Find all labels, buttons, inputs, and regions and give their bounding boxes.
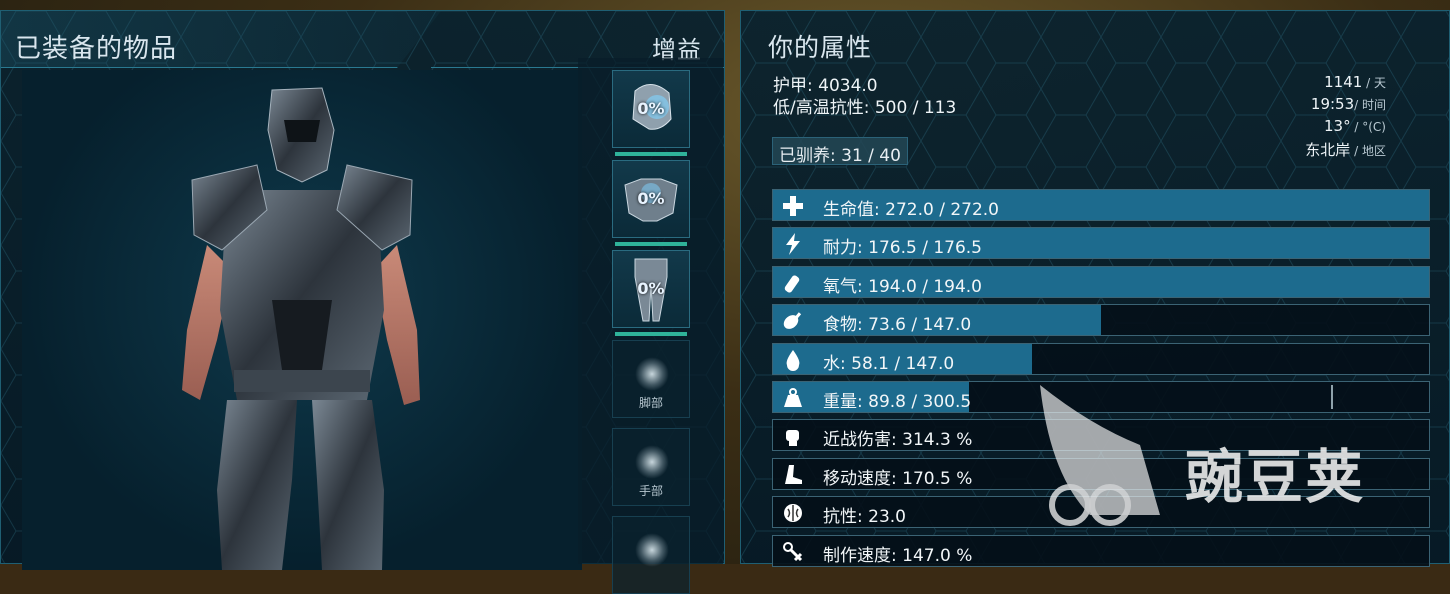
- empty-slot-icon: [635, 533, 669, 567]
- feet-slot[interactable]: 脚部: [612, 340, 690, 418]
- stat-label: 重量: 89.8 / 300.5: [823, 392, 972, 412]
- empty-slot-icon: [635, 445, 669, 479]
- temp-value: 13°: [1323, 117, 1351, 135]
- temp-unit: / °(C): [1350, 120, 1386, 134]
- region-info: 东北岸 / 地区: [1305, 139, 1386, 160]
- region-unit: / 地区: [1350, 144, 1386, 158]
- stat-label: 水: 58.1 / 147.0: [823, 353, 955, 374]
- stat-label: 制作速度: 147.0 %: [823, 545, 973, 566]
- legs-slot[interactable]: 0%: [612, 250, 690, 336]
- time-info: 19:53/ 时间: [1311, 95, 1386, 113]
- melee-fist-icon: [781, 424, 805, 448]
- region-value: 东北岸: [1305, 141, 1351, 159]
- stat-label: 抗性: 23.0: [823, 507, 906, 528]
- stat-row[interactable]: 水: 58.1 / 147.0: [772, 342, 1430, 375]
- stat-label: 移动速度: 170.5 %: [823, 468, 973, 489]
- food-drumstick-icon: [781, 309, 805, 333]
- weight-icon: [781, 386, 805, 410]
- health-plus-icon: [781, 194, 805, 218]
- stat-row[interactable]: 氧气: 194.0 / 194.0: [772, 265, 1430, 298]
- stat-row[interactable]: 食物: 73.6 / 147.0: [772, 304, 1430, 337]
- legs-slot-bar: [615, 332, 687, 336]
- oxygen-tank-icon: [781, 271, 805, 295]
- watermark-text: 豌豆荚: [1185, 443, 1366, 511]
- day-unit: / 天: [1362, 76, 1386, 90]
- crafting-tools-icon: [781, 540, 805, 564]
- empty-slot-icon: [635, 357, 669, 391]
- stat-label: 耐力: 176.5 / 176.5: [823, 238, 983, 259]
- chest-slot-bar: [615, 242, 687, 246]
- feet-slot-label: 脚部: [638, 396, 663, 410]
- chest-slot[interactable]: 0%: [612, 160, 690, 246]
- water-drop-icon: [781, 348, 805, 372]
- character-preview[interactable]: [22, 70, 582, 570]
- stat-row[interactable]: 制作速度: 147.0 %: [772, 534, 1430, 567]
- armored-character-figure: [182, 87, 420, 570]
- stat-row[interactable]: 生命值: 272.0 / 272.0: [772, 189, 1430, 221]
- extra-slot[interactable]: [612, 516, 690, 594]
- stat-label: 近战伤害: 314.3 %: [823, 430, 973, 451]
- fortitude-brain-icon: [781, 501, 805, 525]
- tamed-count: 已驯养: 31 / 40: [772, 137, 908, 166]
- equipped-items-title: 已装备的物品: [15, 34, 178, 64]
- stamina-lightning-icon: [781, 232, 805, 256]
- helmet-slot-bar: [615, 152, 687, 156]
- hands-slot-label: 手部: [638, 484, 663, 498]
- stat-label: 生命值: 272.0 / 272.0: [823, 200, 1000, 220]
- day-info: 1141 / 天: [1324, 73, 1386, 91]
- stat-label: 氧气: 194.0 / 194.0: [823, 276, 983, 297]
- temperature-resistance: 低/高温抗性: 500 / 113: [773, 98, 957, 118]
- stat-label: 食物: 73.6 / 147.0: [823, 315, 972, 336]
- attributes-title: 你的属性: [768, 33, 873, 62]
- legs-durability: 0%: [637, 279, 665, 298]
- chest-durability: 0%: [637, 189, 665, 208]
- day-value: 1141: [1324, 73, 1363, 91]
- movement-boot-icon: [781, 463, 805, 487]
- time-unit: / 时间: [1354, 98, 1386, 112]
- helmet-slot[interactable]: 0%: [612, 70, 690, 156]
- helmet-durability: 0%: [637, 99, 665, 118]
- time-value: 19:53: [1310, 95, 1355, 113]
- stat-row[interactable]: 耐力: 176.5 / 176.5: [772, 227, 1430, 260]
- hands-slot[interactable]: 手部: [612, 428, 690, 506]
- temperature-info: 13° / °(C): [1324, 117, 1386, 135]
